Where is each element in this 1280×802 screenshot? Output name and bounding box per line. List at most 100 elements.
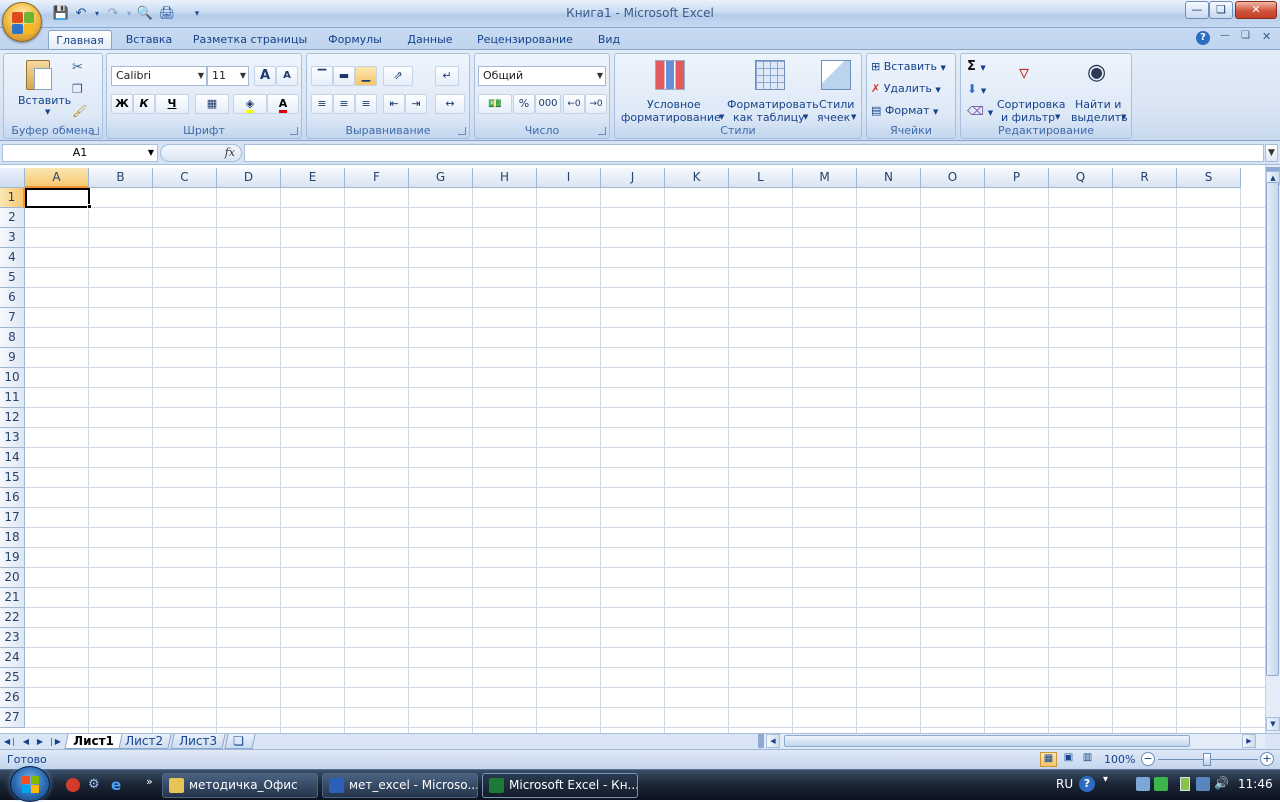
row-header-15[interactable]: 15 xyxy=(0,468,25,488)
ie-quicklaunch-icon[interactable]: e xyxy=(111,776,121,794)
row-header-10[interactable]: 10 xyxy=(0,368,25,388)
tab-insert[interactable]: Вставка xyxy=(118,30,180,50)
increase-indent-button[interactable]: ⇥ xyxy=(405,94,427,114)
minimize-button[interactable]: — xyxy=(1185,1,1209,19)
orientation-button[interactable]: ⇗ xyxy=(383,66,413,86)
align-center-button[interactable]: ≡ xyxy=(333,94,355,114)
cell-styles-button[interactable]: Стили ячеек ▼ xyxy=(815,58,859,124)
row-header-26[interactable]: 26 xyxy=(0,688,25,708)
column-header-e[interactable]: E xyxy=(281,168,345,188)
column-header-d[interactable]: D xyxy=(217,168,281,188)
print-preview-icon[interactable]: 🔍 xyxy=(136,5,154,23)
paste-button[interactable]: Вставить ▼ xyxy=(12,58,71,118)
tab-data[interactable]: Данные xyxy=(400,30,460,50)
align-bottom-button[interactable]: ▁ xyxy=(355,66,377,86)
horizontal-scroll-thumb[interactable] xyxy=(784,735,1190,747)
column-header-j[interactable]: J xyxy=(601,168,665,188)
row-header-6[interactable]: 6 xyxy=(0,288,25,308)
row-header-13[interactable]: 13 xyxy=(0,428,25,448)
row-header-9[interactable]: 9 xyxy=(0,348,25,368)
font-size-combo[interactable]: 11 ▼ xyxy=(207,66,249,86)
bold-button[interactable]: Ж xyxy=(111,94,133,114)
row-header-16[interactable]: 16 xyxy=(0,488,25,508)
office-button[interactable] xyxy=(2,2,42,42)
scroll-right-icon[interactable]: ▶ xyxy=(1242,734,1256,748)
sheet-tab-2[interactable]: Лист2 xyxy=(116,734,172,749)
tray-battery-icon[interactable] xyxy=(1180,777,1190,791)
help-icon[interactable]: ? xyxy=(1196,31,1210,45)
cells-area[interactable] xyxy=(25,188,1265,733)
column-header-i[interactable]: I xyxy=(537,168,601,188)
shrink-font-button[interactable]: A xyxy=(276,66,298,86)
sheet-tab-1[interactable]: Лист1 xyxy=(64,734,123,749)
doc-close-icon[interactable]: ✕ xyxy=(1262,30,1271,43)
row-header-14[interactable]: 14 xyxy=(0,448,25,468)
desktop-quicklaunch-icon[interactable]: ⚙ xyxy=(88,777,100,792)
last-sheet-icon[interactable]: ❘▶ xyxy=(48,735,61,748)
tab-view[interactable]: Вид xyxy=(590,30,628,50)
row-header-7[interactable]: 7 xyxy=(0,308,25,328)
row-header-2[interactable]: 2 xyxy=(0,208,25,228)
row-header-25[interactable]: 25 xyxy=(0,668,25,688)
insert-sheet-button[interactable]: ❏ xyxy=(224,734,256,749)
row-header-22[interactable]: 22 xyxy=(0,608,25,628)
fill-handle[interactable] xyxy=(87,204,92,209)
tray-display-icon[interactable] xyxy=(1196,777,1210,791)
insert-cells-button[interactable]: ⊞ Вставить ▼ xyxy=(871,60,946,73)
insert-function-button[interactable]: fx xyxy=(160,144,242,162)
next-sheet-icon[interactable]: ▶ xyxy=(34,735,46,748)
fill-button[interactable]: ⬇ ▼ xyxy=(967,82,986,96)
page-layout-view-icon[interactable]: ▣ xyxy=(1060,752,1077,767)
zoom-slider-thumb[interactable] xyxy=(1203,753,1211,766)
font-name-combo[interactable]: Calibri ▼ xyxy=(111,66,207,86)
maximize-button[interactable]: ❏ xyxy=(1209,1,1233,19)
tab-split-handle[interactable] xyxy=(758,734,764,748)
language-indicator[interactable]: RU xyxy=(1056,777,1073,791)
tab-review[interactable]: Рецензирование xyxy=(470,30,580,50)
scroll-left-icon[interactable]: ◀ xyxy=(766,734,780,748)
close-button[interactable]: ✕ xyxy=(1235,1,1277,19)
zoom-out-icon[interactable]: − xyxy=(1141,752,1155,766)
quicklaunch-overflow-icon[interactable]: » xyxy=(146,775,153,788)
language-help-icon[interactable]: ? xyxy=(1079,776,1095,792)
row-header-1[interactable]: 1 xyxy=(0,188,25,208)
start-button[interactable] xyxy=(10,766,50,802)
clear-button[interactable]: ⌫ ▼ xyxy=(967,104,993,118)
print-icon[interactable]: 🖨 xyxy=(158,5,176,23)
name-box[interactable]: A1 ▼ xyxy=(2,144,158,162)
column-header-c[interactable]: C xyxy=(153,168,217,188)
row-header-23[interactable]: 23 xyxy=(0,628,25,648)
language-bar-options-icon[interactable]: ▾ xyxy=(1103,774,1108,785)
currency-format-button[interactable]: 💵 xyxy=(478,94,512,114)
expand-formula-bar-icon[interactable]: ▼ xyxy=(1265,144,1278,162)
percent-button[interactable]: % xyxy=(513,94,535,114)
row-header-12[interactable]: 12 xyxy=(0,408,25,428)
underline-button[interactable]: Ч xyxy=(155,94,189,114)
tray-network-icon[interactable] xyxy=(1136,777,1150,791)
column-header-p[interactable]: P xyxy=(985,168,1049,188)
align-right-button[interactable]: ≡ xyxy=(355,94,377,114)
column-header-h[interactable]: H xyxy=(473,168,537,188)
page-break-view-icon[interactable]: ▥ xyxy=(1079,752,1096,767)
column-header-b[interactable]: B xyxy=(89,168,153,188)
row-header-19[interactable]: 19 xyxy=(0,548,25,568)
wrap-text-button[interactable]: ↵ xyxy=(435,66,459,86)
row-header-4[interactable]: 4 xyxy=(0,248,25,268)
tray-security-icon[interactable] xyxy=(1154,777,1168,791)
column-header-q[interactable]: Q xyxy=(1049,168,1113,188)
format-painter-icon[interactable]: 🖌 xyxy=(72,104,87,118)
column-header-a[interactable]: A xyxy=(25,168,89,188)
alignment-dialog-launcher[interactable] xyxy=(458,127,466,135)
row-header-18[interactable]: 18 xyxy=(0,528,25,548)
prev-sheet-icon[interactable]: ◀ xyxy=(20,735,32,748)
first-sheet-icon[interactable]: ◀❘ xyxy=(4,735,17,748)
save-icon[interactable]: 💾 xyxy=(52,5,70,23)
column-header-n[interactable]: N xyxy=(857,168,921,188)
row-header-21[interactable]: 21 xyxy=(0,588,25,608)
fill-color-button[interactable]: ◈ xyxy=(233,94,267,114)
autosum-button[interactable]: Σ ▼ xyxy=(967,59,986,74)
row-header-5[interactable]: 5 xyxy=(0,268,25,288)
active-cell-a1[interactable] xyxy=(25,188,90,208)
number-format-combo[interactable]: Общий ▼ xyxy=(478,66,606,86)
column-header-k[interactable]: K xyxy=(665,168,729,188)
